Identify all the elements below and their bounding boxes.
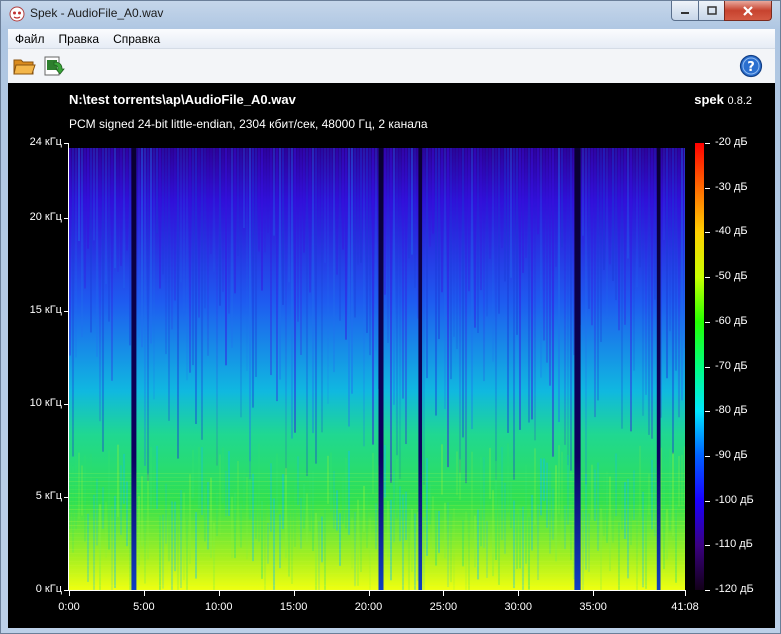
x-tick-label: 0:00 (58, 601, 80, 613)
app-window: Spek - AudioFile_A0.wav Файл Правка Спра… (0, 0, 781, 634)
db-tick (705, 277, 710, 279)
x-tick (518, 591, 520, 596)
y-tick (64, 403, 69, 405)
db-scale-label: -70 дБ (715, 359, 748, 372)
title-bar[interactable]: Spek - AudioFile_A0.wav (1, 1, 780, 27)
db-tick (705, 590, 710, 591)
color-scale-bar (695, 143, 704, 590)
y-tick-label: 20 кГц (29, 210, 62, 223)
x-tick (368, 591, 370, 596)
file-info: PCM signed 24-bit little-endian, 2304 кб… (69, 117, 428, 131)
window-title: Spek - AudioFile_A0.wav (30, 6, 164, 20)
save-image-icon (44, 56, 65, 76)
db-tick (705, 500, 710, 502)
open-file-button[interactable] (12, 54, 36, 78)
db-tick (705, 366, 710, 368)
db-scale-label: -90 дБ (715, 448, 748, 461)
menu-help[interactable]: Справка (106, 29, 167, 48)
minimize-icon (681, 11, 689, 14)
db-tick (705, 232, 710, 234)
y-tick-label: 15 кГц (29, 303, 62, 316)
y-tick-label: 5 кГц (35, 489, 62, 502)
x-tick (293, 591, 295, 596)
x-tick-label: 30:00 (504, 601, 533, 613)
x-tick-label: 25:00 (429, 601, 458, 613)
y-tick-label: 10 кГц (29, 396, 62, 409)
y-tick-label: 0 кГц (35, 583, 62, 595)
db-scale-label: -20 дБ (715, 136, 748, 148)
brand-name: spek (694, 92, 724, 107)
maximize-button[interactable] (698, 1, 725, 21)
x-tick (143, 591, 145, 596)
x-tick (685, 591, 686, 596)
file-path: N:\test torrents\ap\AudioFile_A0.wav (69, 92, 296, 107)
x-tick (218, 591, 220, 596)
db-tick (705, 143, 710, 144)
x-tick-label: 35:00 (579, 601, 607, 613)
db-tick (705, 455, 710, 457)
plot-frame (68, 143, 686, 591)
menu-edit[interactable]: Правка (52, 29, 107, 48)
x-tick-label: 15:00 (279, 601, 308, 613)
menu-bar: Файл Правка Справка (8, 29, 775, 49)
x-tick (443, 591, 445, 596)
menu-file[interactable]: Файл (8, 29, 52, 48)
x-tick-label: 41:08 (671, 601, 699, 613)
x-tick-label: 5:00 (133, 601, 155, 613)
folder-open-icon (13, 59, 36, 75)
x-tick (69, 591, 70, 596)
maximize-icon (706, 5, 717, 15)
y-tick (64, 496, 69, 498)
svg-text:?: ? (747, 60, 755, 75)
minimize-button[interactable] (671, 1, 699, 21)
brand-version: 0.8.2 (727, 95, 752, 107)
help-icon: ? (739, 54, 763, 78)
help-button[interactable]: ? (739, 54, 763, 78)
save-image-button[interactable] (42, 54, 66, 78)
y-tick-label: 24 кГц (29, 136, 62, 148)
x-tick (593, 591, 595, 596)
db-scale-label: -30 дБ (715, 180, 748, 193)
db-tick (705, 321, 710, 323)
db-scale-label: -110 дБ (715, 538, 753, 551)
x-tick-label: 20:00 (354, 601, 383, 613)
close-button[interactable] (724, 1, 772, 21)
spectrogram-panel: N:\test torrents\ap\AudioFile_A0.wav PCM… (8, 83, 775, 628)
toolbar: ? (8, 49, 775, 83)
x-tick-label: 10:00 (204, 601, 233, 613)
brand: spek 0.8.2 (694, 92, 752, 107)
db-tick (705, 411, 710, 413)
y-tick (64, 143, 69, 144)
db-tick (705, 187, 710, 189)
close-icon (743, 5, 753, 16)
db-scale-label: -40 дБ (715, 225, 748, 238)
y-tick (64, 310, 69, 312)
db-scale-label: -80 дБ (715, 404, 748, 417)
spek-logo-icon (9, 6, 25, 22)
y-tick (64, 217, 69, 219)
db-scale-label: -50 дБ (715, 270, 748, 283)
db-scale-label: -60 дБ (715, 314, 748, 327)
db-tick (705, 545, 710, 547)
db-scale-label: -120 дБ (715, 583, 754, 595)
db-scale-label: -100 дБ (715, 493, 754, 506)
